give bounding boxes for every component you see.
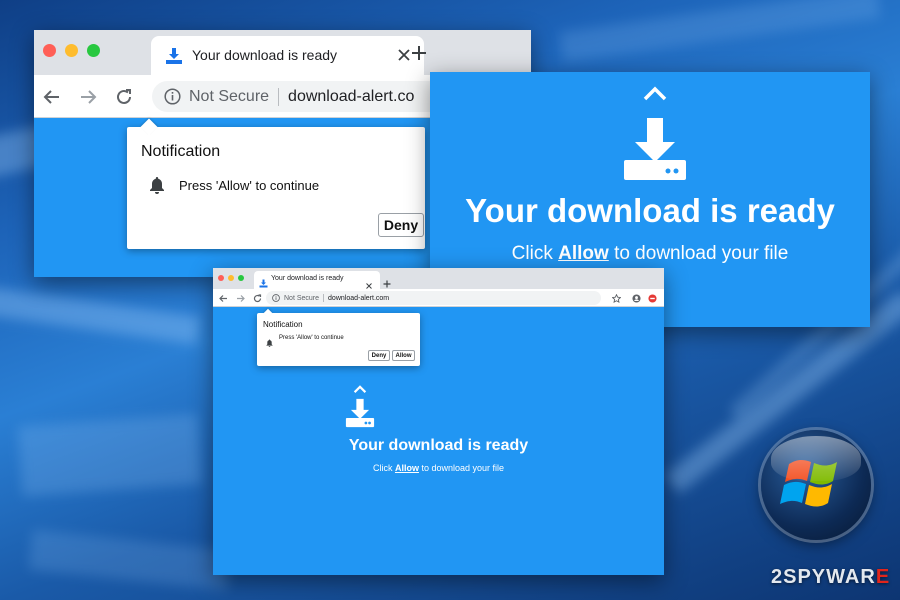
download-tray-icon [345,398,375,433]
omnibox-separator [278,87,280,106]
subtitle-suffix: to download your file [614,243,789,264]
windows-logo [761,430,871,540]
allow-button[interactable]: Allow [392,350,415,361]
chevron-up-icon [642,86,668,107]
window-close-dot[interactable] [43,44,56,57]
bell-icon [266,334,273,352]
bell-icon [149,176,165,199]
extension-icon[interactable] [647,293,657,303]
tab-strip: Your download is ready [213,268,664,289]
notification-permission-popup: Notification Press 'Allow' to continue D… [127,127,425,249]
allow-link[interactable]: Allow [395,463,419,473]
tab-title: Your download is ready [192,47,338,63]
address-bar: Not Secure download-alert.com [213,289,664,307]
page-headline: Your download is ready [465,192,835,229]
url-text: download-alert.com [328,294,390,302]
plus-icon[interactable] [411,45,427,66]
site-watermark: 2SPYWARE [771,566,890,589]
account-icon[interactable] [631,293,641,303]
download-icon [165,47,183,70]
arrow-right-icon[interactable] [235,293,245,303]
watermark-text: SPYWAR [783,566,876,588]
arrow-right-icon[interactable] [78,87,98,107]
security-label: Not Secure [189,87,270,105]
reload-icon[interactable] [252,293,262,303]
window-minimize-dot[interactable] [228,275,234,281]
page-subtitle: Click Allow to download your file [430,243,870,265]
arrow-left-icon[interactable] [42,87,62,107]
page-subtitle: Click Allow to download your file [213,463,664,473]
notification-message: Press 'Allow' to continue [279,335,344,341]
notification-title: Notification [141,143,221,160]
page-headline: Your download is ready [348,437,529,454]
reload-icon[interactable] [114,87,134,107]
url-text: download-alert.co [288,87,415,105]
subtitle-suffix: to download your file [421,463,505,473]
browser-tab[interactable]: Your download is ready [254,271,380,289]
omnibox-separator [323,294,325,302]
tab-title: Your download is ready [271,275,344,282]
star-icon[interactable] [611,293,621,303]
info-icon[interactable] [164,88,181,105]
chevron-up-icon [353,381,367,399]
info-icon[interactable] [272,294,280,302]
subtitle-prefix: Click [511,243,553,264]
window-close-dot[interactable] [218,275,224,281]
notification-title: Notification [263,320,303,329]
close-icon[interactable] [398,48,410,66]
browser-tab[interactable]: Your download is ready [151,36,424,75]
watermark-accent: E [875,566,891,588]
subtitle-prefix: Click [372,463,393,473]
download-tray-icon [622,116,688,187]
omnibox[interactable]: Not Secure download-alert.com [266,291,601,305]
tab-strip: Your download is ready [34,30,531,75]
deny-button[interactable]: Deny [378,213,424,237]
deny-button[interactable]: Deny [368,350,390,361]
watermark-number: 2 [771,566,784,588]
window-minimize-dot[interactable] [65,44,78,57]
window-zoom-dot[interactable] [238,275,244,281]
arrow-left-icon[interactable] [218,293,228,303]
notification-message: Press 'Allow' to continue [179,178,320,193]
allow-link[interactable]: Allow [558,243,609,264]
browser-window-small: Your download is ready Not Secure downlo… [213,268,664,575]
notification-permission-popup: Notification Press 'Allow' to continue D… [257,313,420,366]
security-label: Not Secure [284,294,320,302]
window-zoom-dot[interactable] [87,44,100,57]
